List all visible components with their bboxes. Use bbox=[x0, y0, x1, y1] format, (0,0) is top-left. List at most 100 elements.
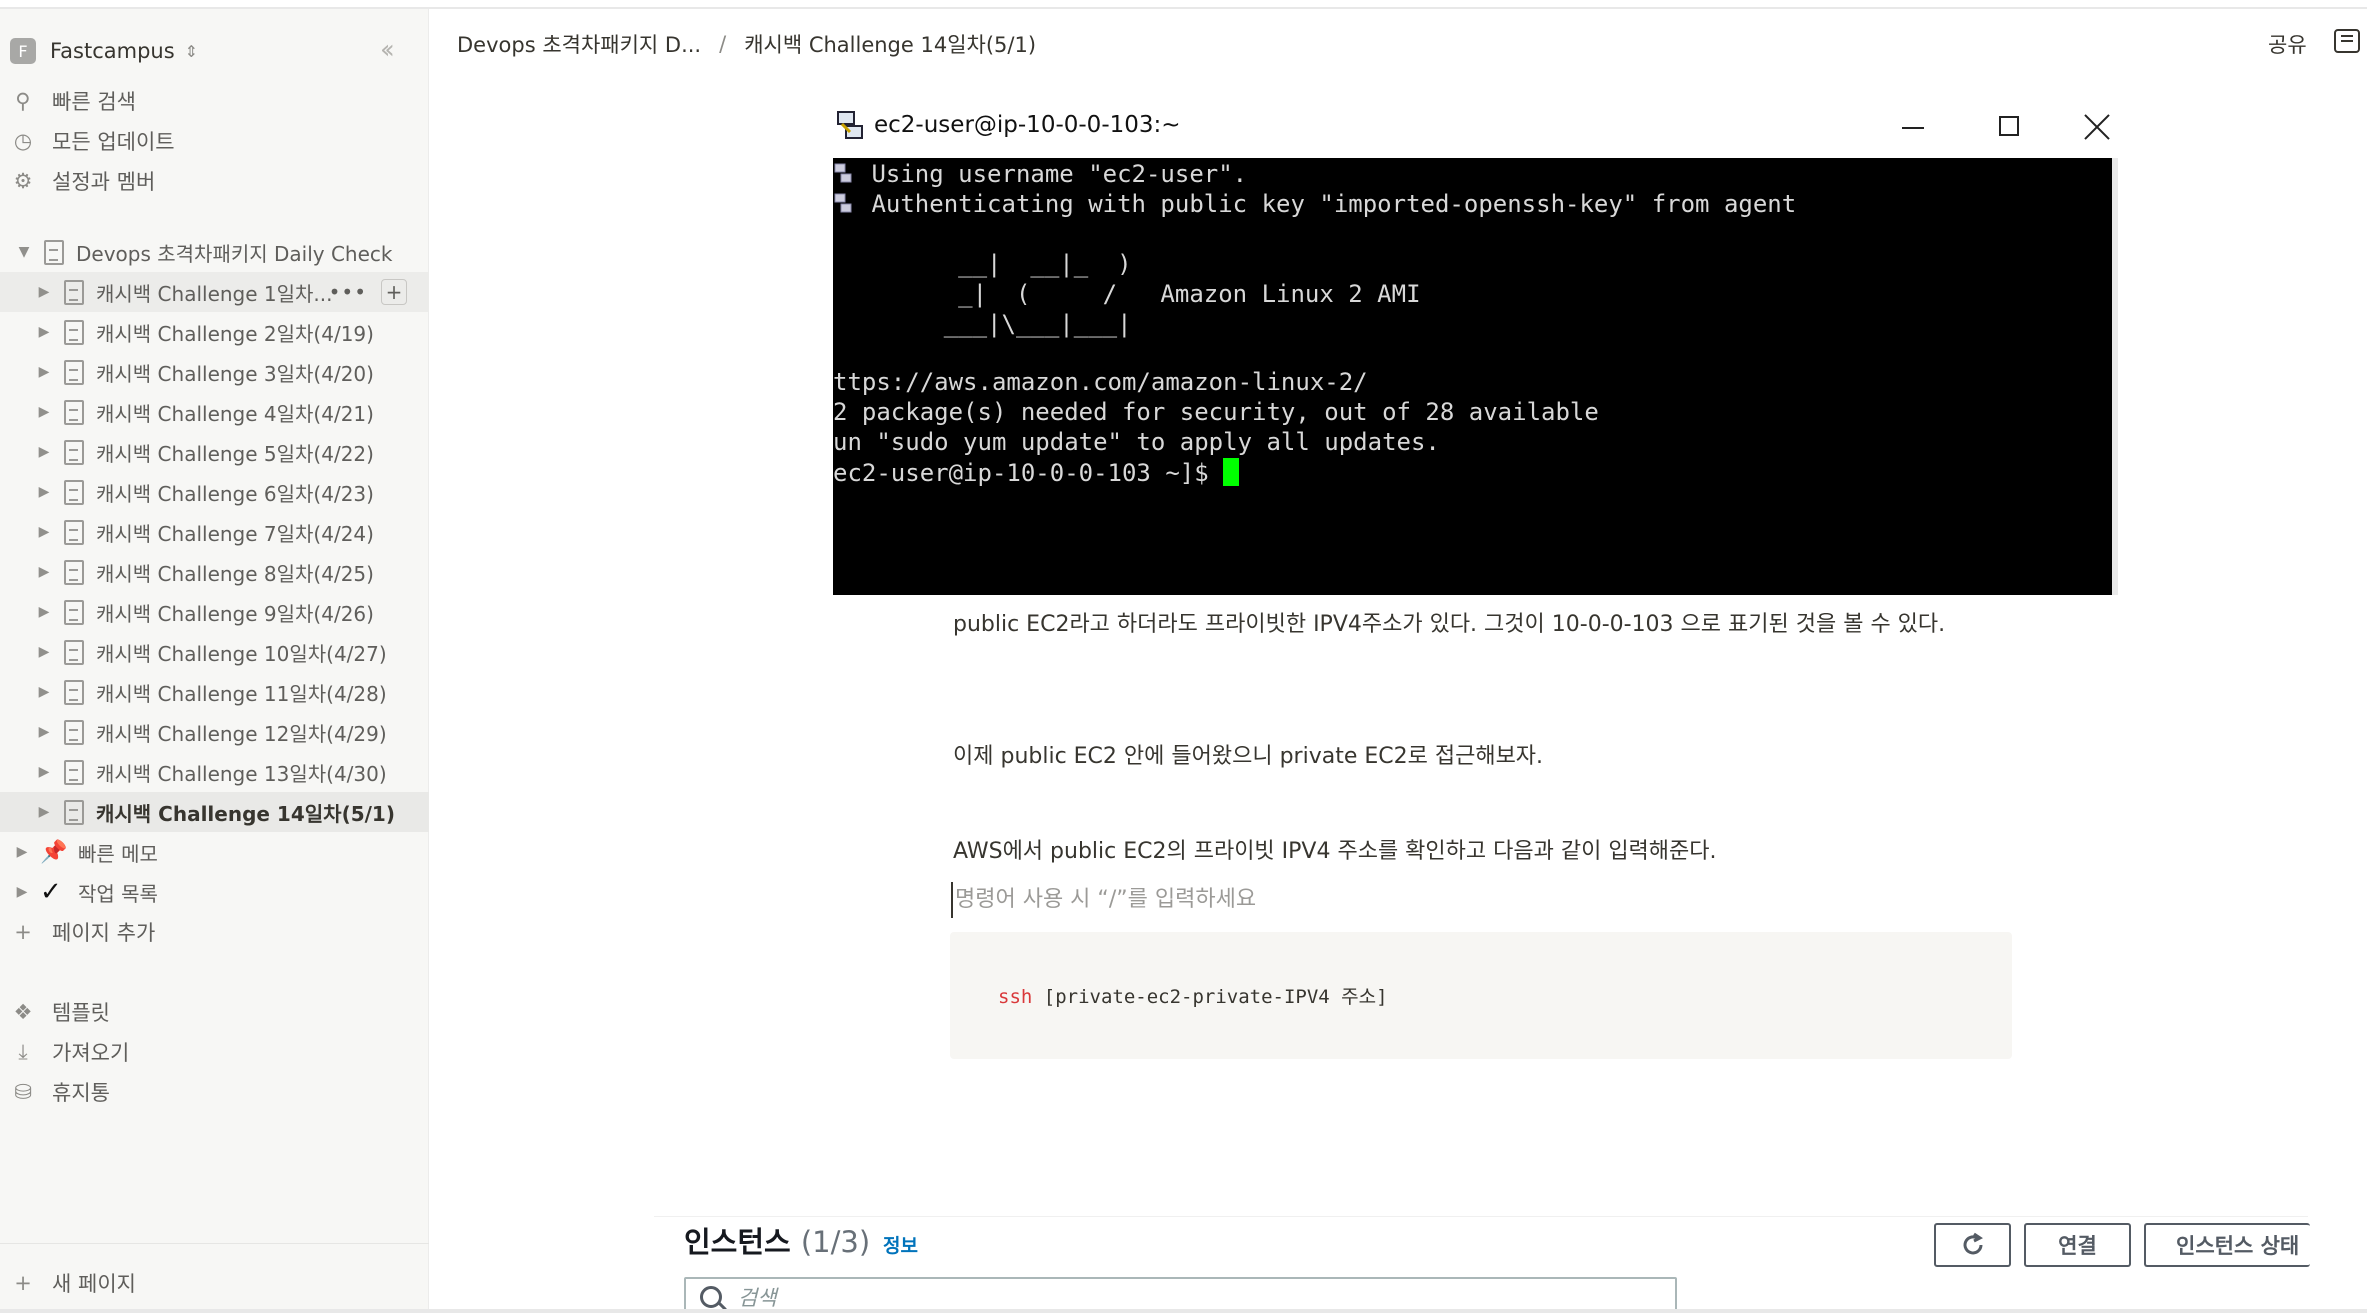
connect-button[interactable]: 연결 bbox=[2024, 1223, 2131, 1267]
page-icon bbox=[64, 639, 84, 665]
instances-title: 인스턴스 (1/3) bbox=[684, 1219, 870, 1261]
paragraph-access-private[interactable]: 이제 public EC2 안에 들어왔으니 private EC2로 접근해보… bbox=[953, 739, 1993, 775]
page-icon bbox=[64, 719, 84, 745]
sidebar-page-item[interactable]: ▶ 캐시백 Challenge 9일차(4/26) bbox=[0, 592, 429, 632]
clock-icon: ◷ bbox=[13, 129, 33, 153]
sidebar-item-label: 페이지 추가 bbox=[52, 921, 156, 945]
terminal-line: un "sudo yum update" to apply all update… bbox=[833, 428, 1440, 456]
collapse-sidebar-icon[interactable]: ‹‹ bbox=[380, 35, 395, 65]
add-page-button[interactable]: + 페이지 추가 bbox=[10, 915, 155, 949]
page-icon bbox=[64, 559, 84, 585]
add-subpage-icon[interactable]: + bbox=[381, 279, 407, 305]
empty-block-placeholder[interactable]: 명령어 사용 시 “/”를 입력하세요 bbox=[951, 882, 1256, 918]
sidebar-item-label: 캐시백 Challenge 8일차(4/25) bbox=[96, 561, 374, 586]
triangle-right-icon[interactable]: ▶ bbox=[34, 724, 54, 740]
triangle-right-icon[interactable]: ▶ bbox=[34, 644, 54, 660]
triangle-right-icon[interactable]: ▶ bbox=[34, 604, 54, 620]
triangle-right-icon[interactable]: ▶ bbox=[34, 444, 54, 460]
terminal-line: _| ( / Amazon Linux 2 AMI bbox=[857, 280, 1421, 308]
sidebar-item-settings[interactable]: ⚙ 설정과 멤버 bbox=[10, 164, 156, 198]
search-placeholder: 검색 bbox=[738, 1286, 777, 1310]
instances-title-text: 인스턴스 bbox=[684, 1225, 791, 1259]
sidebar-page-item[interactable]: ▶ 캐시백 Challenge 6일차(4/23) bbox=[0, 472, 429, 512]
code-keyword: ssh bbox=[998, 986, 1033, 1008]
new-page-button[interactable]: + 새 페이지 bbox=[10, 1263, 136, 1303]
comment-icon[interactable] bbox=[2334, 29, 2360, 53]
triangle-down-icon[interactable]: ▼ bbox=[14, 244, 34, 260]
refresh-button[interactable] bbox=[1934, 1223, 2011, 1267]
triangle-right-icon[interactable]: ▶ bbox=[34, 324, 54, 340]
sidebar-page-item[interactable]: ▶ 캐시백 Challenge 1일차... ••• + bbox=[0, 272, 429, 312]
page-icon bbox=[64, 599, 84, 625]
sidebar-root-page[interactable]: ▼ Devops 초격차패키지 Daily Check bbox=[0, 232, 429, 272]
sidebar-page-item-current[interactable]: ▶ 캐시백 Challenge 14일차(5/1) bbox=[0, 792, 429, 832]
terminal-line: ttps://aws.amazon.com/amazon-linux-2/ bbox=[833, 368, 1368, 396]
triangle-right-icon[interactable]: ▶ bbox=[34, 284, 54, 300]
sidebar-item-quick-search[interactable]: ⚲ 빠른 검색 bbox=[10, 84, 136, 118]
sidebar: F Fastcampus ⇕ ‹‹ ⚲ 빠른 검색 ◷ 모든 업데이트 ⚙ 설정… bbox=[0, 9, 429, 1313]
triangle-right-icon[interactable]: ▶ bbox=[34, 764, 54, 780]
sidebar-page-item[interactable]: ▶ 캐시백 Challenge 13일차(4/30) bbox=[0, 752, 429, 792]
share-button[interactable]: 공유 bbox=[2268, 24, 2307, 64]
page-icon bbox=[64, 439, 84, 465]
minimize-icon bbox=[1902, 127, 1924, 129]
sidebar-page-item[interactable]: ▶ 캐시백 Challenge 5일차(4/22) bbox=[0, 432, 429, 472]
triangle-right-icon[interactable]: ▶ bbox=[34, 684, 54, 700]
instances-search-input[interactable]: 검색 bbox=[684, 1277, 1677, 1313]
sidebar-item-label: 빠른 검색 bbox=[52, 90, 136, 114]
page-icon bbox=[64, 519, 84, 545]
sidebar-item-import[interactable]: ⤓ 가져오기 bbox=[10, 1035, 129, 1069]
triangle-right-icon[interactable]: ▶ bbox=[34, 364, 54, 380]
new-page-label: 새 페이지 bbox=[52, 1272, 136, 1296]
info-link[interactable]: 정보 bbox=[883, 1231, 918, 1258]
sidebar-page-item[interactable]: ▶ 캐시백 Challenge 11일차(4/28) bbox=[0, 672, 429, 712]
triangle-right-icon[interactable]: ▶ bbox=[34, 804, 54, 820]
code-block[interactable]: ssh [private-ec2-private-IPV4 주소] bbox=[950, 932, 2012, 1059]
download-icon: ⤓ bbox=[18, 1039, 28, 1064]
window-bottom-edge bbox=[0, 1309, 2367, 1313]
sidebar-item-label: 캐시백 Challenge 10일차(4/27) bbox=[96, 641, 387, 666]
paragraph-aws-instruction[interactable]: AWS에서 public EC2의 프라이빗 IPV4 주소를 확인하고 다음과… bbox=[953, 834, 1993, 870]
sidebar-item-label: 캐시백 Challenge 13일차(4/30) bbox=[96, 761, 387, 786]
terminal-cursor bbox=[1223, 458, 1240, 486]
plus-icon: + bbox=[14, 1271, 32, 1295]
instances-count: (1/3) bbox=[800, 1225, 871, 1259]
sidebar-page-item[interactable]: ▶ 캐시백 Challenge 2일차(4/19) bbox=[0, 312, 429, 352]
sidebar-item-trash[interactable]: ⛁ 휴지통 bbox=[10, 1075, 110, 1109]
page-icon bbox=[64, 359, 84, 385]
search-icon bbox=[700, 1286, 722, 1308]
terminal-line: Authenticating with public key "imported… bbox=[857, 190, 1797, 218]
triangle-right-icon[interactable]: ▶ bbox=[12, 844, 32, 860]
triangle-right-icon[interactable]: ▶ bbox=[34, 524, 54, 540]
sidebar-item-templates[interactable]: ❖ 템플릿 bbox=[10, 995, 110, 1029]
workspace-switcher[interactable]: F Fastcampus ⇕ bbox=[10, 31, 198, 71]
sidebar-page-item[interactable]: ▶ 캐시백 Challenge 7일차(4/24) bbox=[0, 512, 429, 552]
sidebar-item-label: 설정과 멤버 bbox=[52, 170, 156, 194]
chevron-updown-icon: ⇕ bbox=[184, 41, 199, 61]
sidebar-item-quick-memo[interactable]: ▶ 📌 빠른 메모 bbox=[0, 832, 429, 872]
more-options-icon[interactable]: ••• bbox=[329, 280, 367, 304]
triangle-right-icon[interactable]: ▶ bbox=[34, 564, 54, 580]
putty-icon bbox=[837, 111, 863, 139]
sidebar-item-task-list[interactable]: ▶ ✓ 작업 목록 bbox=[0, 872, 429, 912]
sidebar-page-item[interactable]: ▶ 캐시백 Challenge 12일차(4/29) bbox=[0, 712, 429, 752]
sidebar-item-all-updates[interactable]: ◷ 모든 업데이트 bbox=[10, 124, 175, 158]
breadcrumb: Devops 초격차패키지 D... / 캐시백 Challenge 14일차(… bbox=[457, 24, 1036, 64]
page-icon bbox=[64, 759, 84, 785]
sidebar-page-item[interactable]: ▶ 캐시백 Challenge 10일차(4/27) bbox=[0, 632, 429, 672]
triangle-right-icon[interactable]: ▶ bbox=[12, 884, 32, 900]
sidebar-page-item[interactable]: ▶ 캐시백 Challenge 3일차(4/20) bbox=[0, 352, 429, 392]
sidebar-item-label: 캐시백 Challenge 2일차(4/19) bbox=[96, 321, 374, 346]
breadcrumb-item-current[interactable]: 캐시백 Challenge 14일차(5/1) bbox=[744, 29, 1036, 59]
refresh-icon bbox=[1963, 1232, 1983, 1255]
breadcrumb-item-parent[interactable]: Devops 초격차패키지 D... bbox=[457, 29, 701, 59]
page-icon bbox=[64, 279, 84, 305]
triangle-right-icon[interactable]: ▶ bbox=[34, 484, 54, 500]
instance-state-button[interactable]: 인스턴스 상태 bbox=[2144, 1223, 2310, 1267]
workspace-name: Fastcampus bbox=[50, 39, 175, 63]
triangle-right-icon[interactable]: ▶ bbox=[34, 404, 54, 420]
sidebar-page-item[interactable]: ▶ 캐시백 Challenge 4일차(4/21) bbox=[0, 392, 429, 432]
sidebar-page-item[interactable]: ▶ 캐시백 Challenge 8일차(4/25) bbox=[0, 552, 429, 592]
sidebar-item-label: 캐시백 Challenge 3일차(4/20) bbox=[96, 361, 374, 386]
paragraph-private-ip[interactable]: public EC2라고 하더라도 프라이빗한 IPV4주소가 있다. 그것이 … bbox=[953, 607, 1993, 643]
